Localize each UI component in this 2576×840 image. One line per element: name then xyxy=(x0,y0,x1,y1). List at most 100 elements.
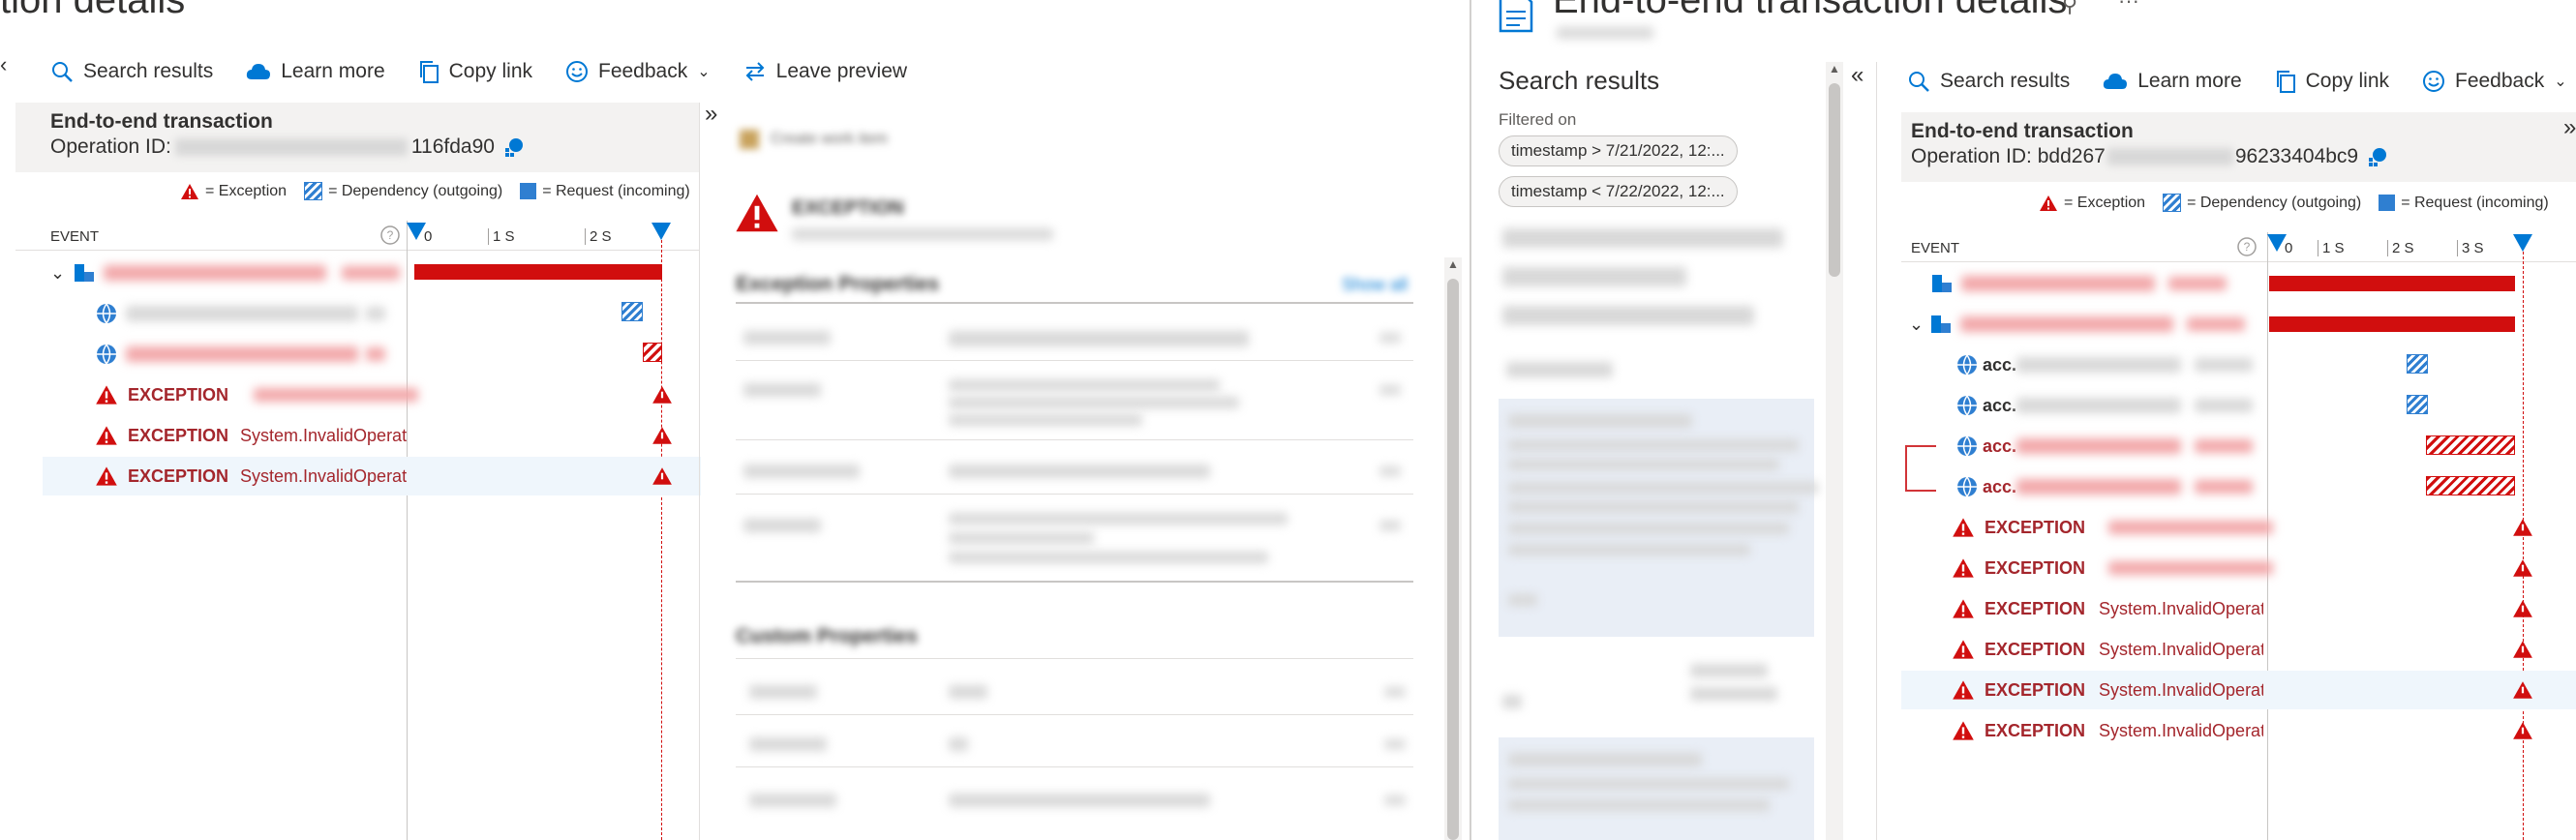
redacted-operation-id xyxy=(174,138,408,156)
exception-icon xyxy=(96,466,117,486)
table-row[interactable]: acc. xyxy=(1901,345,2576,384)
show-all-link[interactable]: Show all xyxy=(1342,275,1408,295)
expand-right-button[interactable]: » xyxy=(2563,114,2576,141)
list-item[interactable] xyxy=(1502,228,1783,248)
right-tick-0: 0 xyxy=(2285,240,2293,256)
exception-type: System.InvalidOperati xyxy=(2099,679,2263,700)
list-item xyxy=(1508,414,1692,428)
exception-icon xyxy=(1953,518,1974,537)
dependency-swatch xyxy=(304,182,323,200)
left-page-title: tion details xyxy=(0,0,186,21)
table-row[interactable]: EXCEPTION System.InvalidOperati xyxy=(1901,711,2576,750)
table-row[interactable] xyxy=(43,335,701,374)
filtered-on-label: Filtered on xyxy=(1499,110,1577,129)
prop-value xyxy=(949,532,1094,544)
right-feedback-button[interactable]: Feedback ⌄ xyxy=(2422,70,2567,93)
exception-icon xyxy=(1953,558,1974,578)
dependency-bar xyxy=(621,302,643,321)
dependency-bar xyxy=(2426,476,2515,495)
scroll-thumb[interactable] xyxy=(1829,83,1840,277)
collapse-left-arrow[interactable]: ‹ xyxy=(0,52,7,77)
more-options-icon[interactable]: ··· xyxy=(2118,0,2139,14)
table-row-selected[interactable]: EXCEPTION System.InvalidOperati xyxy=(1901,671,2576,709)
exception-marker xyxy=(2513,600,2532,617)
exception-icon xyxy=(181,183,198,199)
right-search-results-button[interactable]: Search results xyxy=(1907,70,2070,93)
redacted-duration xyxy=(2195,358,2254,372)
table-row[interactable] xyxy=(43,294,701,333)
help-icon[interactable]: ? xyxy=(379,225,401,246)
list-item[interactable] xyxy=(1502,306,1754,325)
redacted-type xyxy=(254,388,419,402)
left-copy-link-button[interactable]: Copy link xyxy=(418,60,532,83)
right-tick-1: 1 S xyxy=(2318,240,2345,256)
list-item xyxy=(1690,664,1768,677)
redacted-operation-id xyxy=(2106,148,2233,165)
left-tick-1: 1 S xyxy=(488,228,515,245)
table-row-selected[interactable]: EXCEPTION System.InvalidOperati xyxy=(43,457,701,495)
table-row[interactable]: EXCEPTION xyxy=(43,375,701,414)
redacted-name xyxy=(1960,316,2174,332)
list-item xyxy=(1508,523,1789,534)
expand-detail-button[interactable]: » xyxy=(705,101,717,128)
redacted-type xyxy=(2108,561,2274,575)
prop-key xyxy=(743,519,821,532)
prop-value xyxy=(949,794,1210,807)
table-row[interactable]: EXCEPTION xyxy=(1901,508,2576,547)
left-operation-id: Operation ID: 116fda90 xyxy=(50,135,526,159)
right-copy-link-button[interactable]: Copy link xyxy=(2275,70,2389,93)
detail-scrollbar[interactable]: ▲ xyxy=(1444,257,1462,840)
exception-marker xyxy=(2513,722,2532,739)
redacted-subtitle xyxy=(1557,27,1653,39)
leave-preview-button[interactable]: Leave preview xyxy=(743,60,907,83)
left-window: tion details ‹ Search results Learn more… xyxy=(0,0,1470,840)
list-item[interactable] xyxy=(1502,267,1686,286)
list-item xyxy=(1508,482,1818,494)
right-learn-more-button[interactable]: Learn more xyxy=(2103,70,2242,93)
redacted-type xyxy=(2108,521,2274,534)
dependency-bar xyxy=(2407,395,2428,414)
left-search-results-button[interactable]: Search results xyxy=(50,60,213,83)
exception-icon xyxy=(2040,195,2057,211)
table-row[interactable]: acc. xyxy=(1901,386,2576,425)
filter-pill-to[interactable]: timestamp < 7/22/2022, 12:... xyxy=(1499,176,1738,207)
prop-divider xyxy=(736,658,1413,659)
filter-pill-from[interactable]: timestamp > 7/21/2022, 12:... xyxy=(1499,135,1738,166)
smiley-icon xyxy=(566,61,588,82)
request-bar xyxy=(2269,276,2515,291)
pin-icon[interactable]: ⚲ xyxy=(2062,0,2077,17)
scroll-up-arrow[interactable]: ▲ xyxy=(1444,257,1462,271)
list-item xyxy=(1508,594,1537,606)
left-feedback-button[interactable]: Feedback ⌄ xyxy=(565,60,711,83)
scroll-up-arrow[interactable]: ▲ xyxy=(1826,62,1843,75)
left-legend: = Exception = Dependency (outgoing) = Re… xyxy=(180,182,708,200)
prop-value xyxy=(949,397,1239,408)
list-item xyxy=(1508,544,1750,555)
prop-divider xyxy=(736,360,1413,361)
list-item-group[interactable] xyxy=(1499,399,1814,637)
swap-arrows-icon xyxy=(745,62,765,81)
dependency-globe-icon xyxy=(97,303,116,324)
table-row[interactable]: EXCEPTION System.InvalidOperati xyxy=(1901,630,2576,669)
collapse-search-button[interactable]: « xyxy=(1851,62,1864,89)
server-request-icon xyxy=(75,264,95,282)
list-item xyxy=(1508,799,1770,811)
table-row[interactable]: EXCEPTION System.InvalidOperati xyxy=(43,416,701,455)
search-scrollbar[interactable]: ▲ xyxy=(1826,62,1843,840)
table-row[interactable]: EXCEPTION System.InvalidOperati xyxy=(1901,589,2576,628)
scroll-thumb[interactable] xyxy=(1447,279,1459,840)
prop-value xyxy=(949,685,987,699)
create-work-item-button[interactable]: Create work item xyxy=(740,130,888,149)
app-insights-icon[interactable] xyxy=(2366,145,2389,168)
prop-action xyxy=(1379,466,1401,476)
request-bar xyxy=(414,264,662,280)
table-row[interactable]: EXCEPTION xyxy=(1901,549,2576,587)
app-insights-icon[interactable] xyxy=(502,135,526,159)
redacted-duration xyxy=(342,266,401,280)
smiley-icon xyxy=(2423,71,2444,92)
left-learn-more-button[interactable]: Learn more xyxy=(246,60,385,83)
exception-properties-title: Exception Properties xyxy=(736,273,940,295)
copy-icon xyxy=(2276,71,2295,93)
help-icon[interactable]: ? xyxy=(2236,236,2258,257)
list-item xyxy=(1506,362,1613,377)
